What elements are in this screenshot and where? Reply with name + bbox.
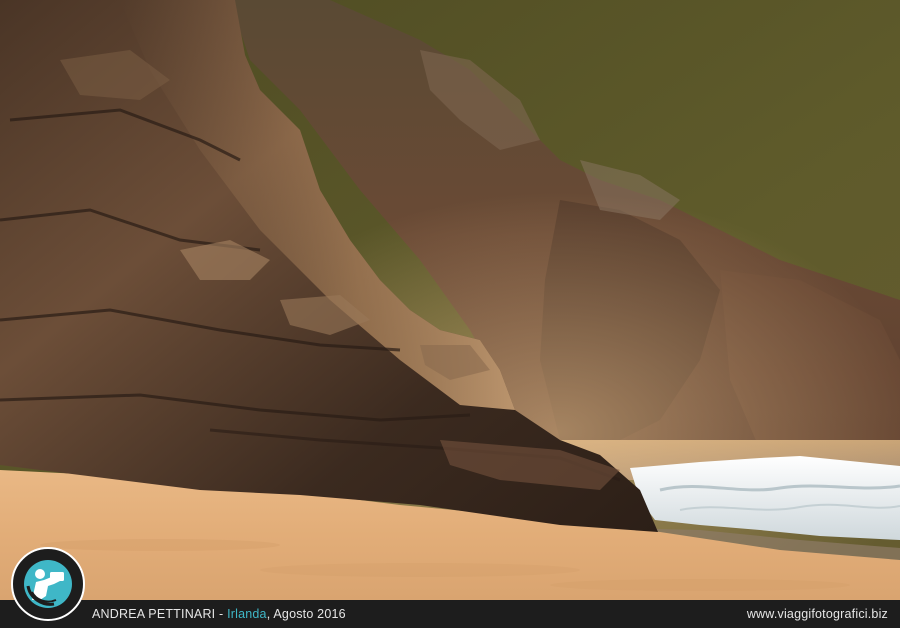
location-label: Irlanda bbox=[227, 607, 267, 621]
photo-frame: ANDREA PETTINARI - Irlanda, Agosto 2016 … bbox=[0, 0, 900, 628]
photo-cliff-beach bbox=[0, 0, 900, 600]
author-name: ANDREA PETTINARI bbox=[92, 607, 216, 621]
photo-credit: ANDREA PETTINARI - Irlanda, Agosto 2016 bbox=[92, 600, 346, 628]
website-link[interactable]: www.viaggifotografici.biz bbox=[747, 600, 888, 628]
site-logo bbox=[11, 547, 85, 621]
date-label: , Agosto 2016 bbox=[266, 607, 346, 621]
caption-separator: - bbox=[215, 607, 228, 621]
caption-bar: ANDREA PETTINARI - Irlanda, Agosto 2016 … bbox=[0, 600, 900, 628]
